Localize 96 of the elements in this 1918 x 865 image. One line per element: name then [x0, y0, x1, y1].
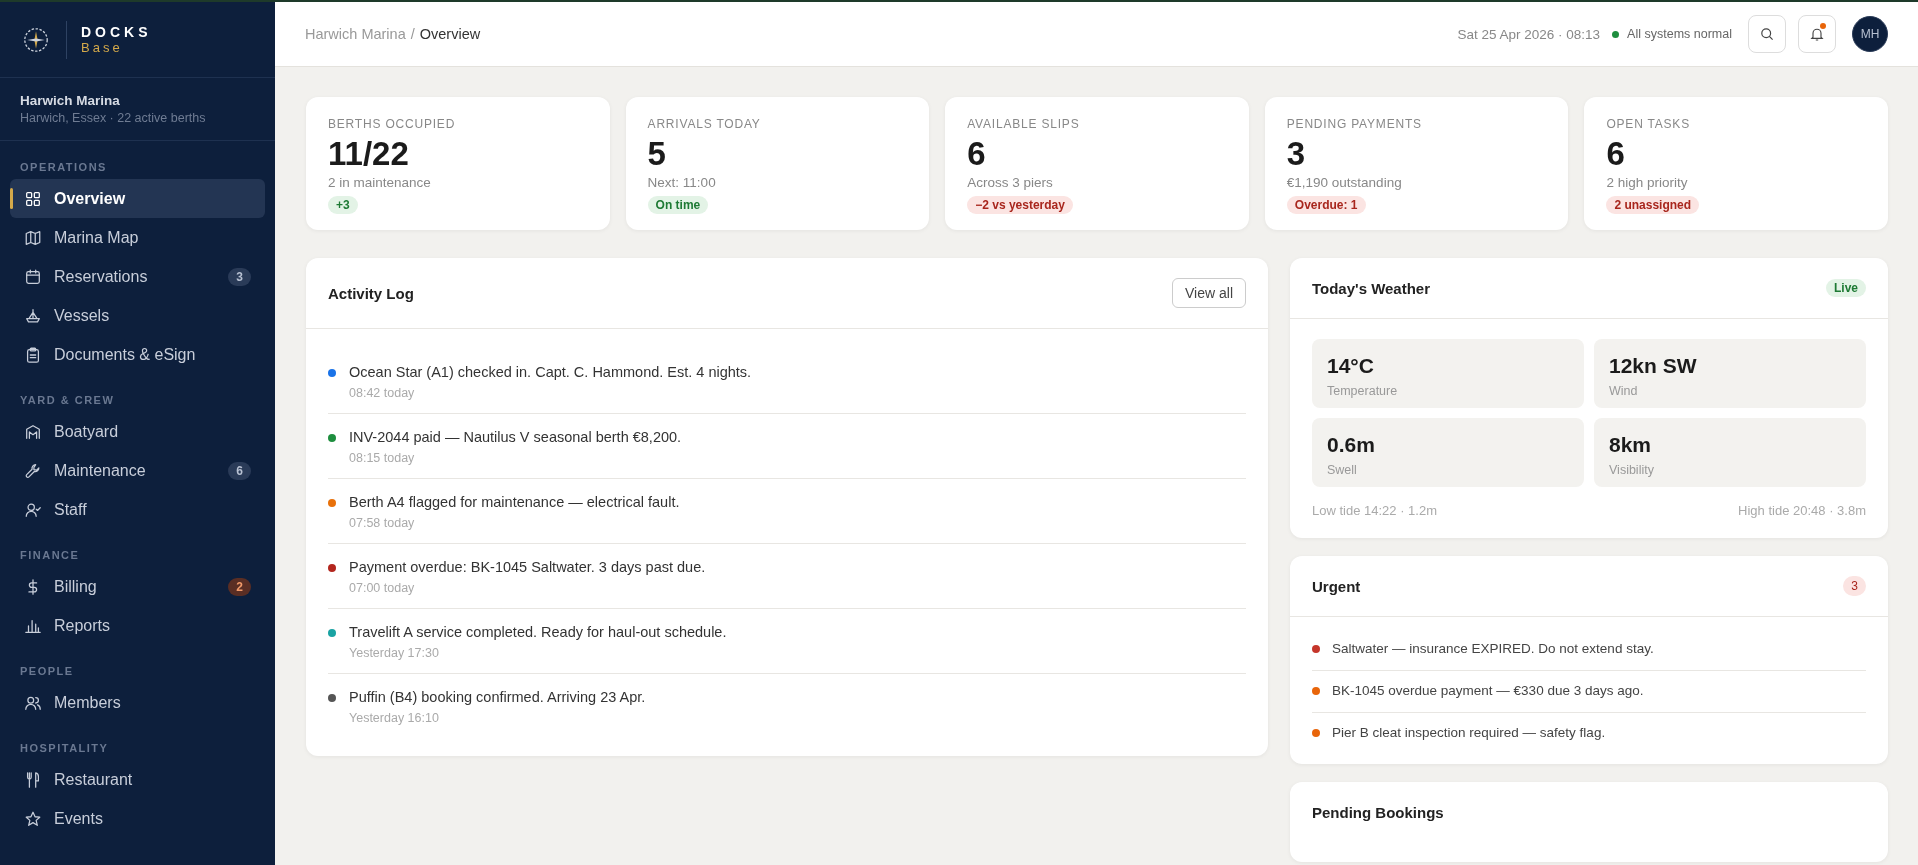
stat-value: 6: [1606, 135, 1625, 173]
activity-time: 07:00 today: [349, 581, 416, 595]
weather-value: 14°C: [1327, 354, 1375, 378]
stat-subtext: 2 in maintenance: [328, 175, 431, 190]
nav-item[interactable]: Marina Map: [10, 218, 265, 257]
urgent-text: Pier B cleat inspection required — safety flag.: [1332, 725, 1606, 740]
weather-value: 8km: [1609, 433, 1653, 457]
stat-label: OPEN TASKS: [1606, 117, 1690, 131]
nav-section-label: FINANCE: [19, 548, 81, 563]
weather-value: 0.6m: [1327, 433, 1376, 457]
stat-badge: Overdue: 1: [1286, 196, 1366, 214]
nav-item[interactable]: Restaurant: [10, 760, 265, 799]
activity-time: 07:58 today: [349, 516, 416, 530]
view-all-button[interactable]: View all: [1172, 278, 1246, 308]
nav-item[interactable]: Staff: [10, 490, 265, 529]
count-badge: 2: [228, 577, 251, 596]
nav-section-label: YARD & CREW: [19, 393, 116, 408]
activity-time: 08:42 today: [349, 386, 416, 400]
nav-section-label: PEOPLE: [19, 664, 75, 679]
high-tide: High tide 20:48 · 3.8m: [1738, 503, 1866, 518]
brand-subtitle: Base: [81, 40, 124, 55]
weather-label: Swell: [1327, 463, 1358, 477]
nav-item[interactable]: Members: [10, 683, 265, 722]
weather-label: Visibility: [1609, 463, 1655, 477]
activity-time: 08:15 today: [349, 451, 416, 465]
card-title: Activity Log: [328, 284, 414, 302]
bell-icon: [1809, 26, 1825, 42]
star-icon: [24, 809, 42, 828]
user-avatar[interactable]: MH: [1852, 16, 1888, 52]
stat-badge: On time: [647, 196, 709, 214]
stat-subtext: 2 high priority: [1606, 175, 1688, 190]
weather-label: Temperature: [1327, 384, 1399, 398]
boat-icon: [24, 306, 42, 325]
map-icon: [24, 228, 42, 247]
activity-text: Ocean Star (A1) checked in. Capt. C. Hammond. Est. 4 nights.: [349, 364, 752, 380]
count-badge: 3: [228, 267, 251, 286]
activity-text: Travelift A service completed. Ready for haul-out schedule.: [349, 624, 727, 640]
activity-text: Puffin (B4) booking confirmed. Arriving 23 Apr.: [349, 689, 646, 705]
nav-item[interactable]: Documents & eSign: [10, 335, 265, 374]
breadcrumb-current: Overview: [419, 26, 481, 42]
stat-subtext: Next: 11:00: [647, 175, 716, 190]
grid-icon: [24, 189, 42, 208]
nav-item[interactable]: Vessels: [10, 296, 265, 335]
activity-text: Berth A4 flagged for maintenance — electrical fault.: [349, 494, 680, 510]
shed-icon: [24, 422, 42, 441]
nav-item[interactable]: Boatyard: [10, 412, 265, 451]
nav-item[interactable]: Reports: [10, 606, 265, 645]
brand-name: DOCKS: [81, 24, 152, 40]
stat-value: 3: [1286, 135, 1306, 173]
system-status: All systems normal: [1627, 27, 1732, 41]
clipboard-icon: [24, 345, 42, 364]
stat-value: 5: [647, 135, 666, 173]
nav-item[interactable]: Billing 2: [10, 567, 265, 606]
marina-detail: Harwich, Essex · 22 active berths: [20, 111, 207, 125]
stat-subtext: €1,190 outstanding: [1286, 175, 1402, 190]
stat-label: BERTHS OCCUPIED: [328, 117, 456, 131]
weather-label: Wind: [1609, 384, 1639, 398]
wrench-icon: [24, 461, 42, 480]
card-title: Urgent: [1312, 577, 1361, 595]
stat-label: ARRIVALS TODAY: [647, 117, 761, 131]
nav-section-label: HOSPITALITY: [19, 741, 110, 756]
stat-value: 11/22: [328, 135, 409, 173]
count-badge: 3: [1843, 576, 1866, 596]
stat-value: 6: [967, 135, 986, 173]
card-title: Today's Weather: [1312, 279, 1431, 297]
breadcrumb-separator: /: [410, 26, 415, 42]
stat-badge: +3: [328, 196, 358, 214]
nav-item[interactable]: Events: [10, 799, 265, 838]
activity-time: Yesterday 16:10: [349, 711, 440, 725]
stat-subtext: Across 3 piers: [967, 175, 1053, 190]
nav-section-label: OPERATIONS: [19, 160, 108, 175]
stat-label: AVAILABLE SLIPS: [967, 117, 1080, 131]
date-time: Sat 25 Apr 2026 · 08:13: [1457, 26, 1601, 42]
nav-item[interactable]: Overview: [10, 179, 265, 218]
nav-item[interactable]: Reservations 3: [10, 257, 265, 296]
count-badge: 6: [228, 461, 251, 480]
stat-label: PENDING PAYMENTS: [1286, 117, 1422, 131]
utensils-icon: [24, 770, 42, 789]
stat-badge: −2 vs yesterday: [967, 196, 1073, 214]
activity-text: INV-2044 paid — Nautilus V seasonal berth €8,200.: [349, 429, 682, 445]
urgent-text: Saltwater — insurance EXPIRED. Do not extend stay.: [1332, 641, 1654, 656]
marina-name: Harwich Marina: [20, 93, 121, 108]
live-badge: Live: [1826, 279, 1866, 297]
urgent-text: BK-1045 overdue payment — €330 due 3 days ago.: [1332, 683, 1644, 698]
activity-time: Yesterday 17:30: [349, 646, 440, 660]
card-title: Pending Bookings: [1312, 803, 1444, 821]
search-icon: [1759, 26, 1775, 42]
notifications-button[interactable]: [1798, 15, 1836, 53]
activity-text: Payment overdue: BK-1045 Saltwater. 3 days past due.: [349, 559, 706, 575]
nav-item[interactable]: Maintenance 6: [10, 451, 265, 490]
calendar-icon: [24, 267, 42, 286]
low-tide: Low tide 14:22 · 1.2m: [1312, 503, 1438, 518]
search-button[interactable]: [1748, 15, 1786, 53]
stat-badge: 2 unassigned: [1606, 196, 1700, 214]
status-dot-icon: [1612, 30, 1620, 38]
weather-value: 12kn SW: [1609, 354, 1698, 378]
